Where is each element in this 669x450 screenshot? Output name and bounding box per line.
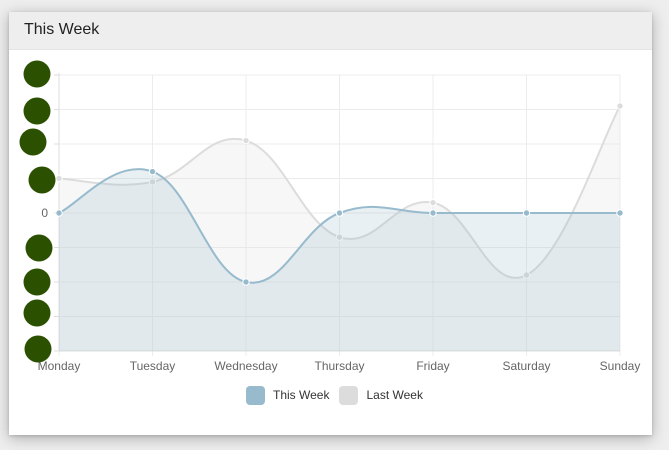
legend-label-this-week: This Week — [273, 388, 330, 402]
x-tick-label: Friday — [416, 359, 449, 373]
data-point-last-week — [429, 198, 437, 207]
overlay-marker — [19, 128, 47, 156]
chart-legend: This Week Last Week — [0, 384, 669, 406]
data-point-this-week — [522, 209, 531, 217]
data-point-this-week — [148, 167, 157, 176]
line-chart[interactable]: Monday Tuesday Wednesday Thursday Friday Satu… — [0, 0, 669, 450]
x-tick-label: Wednesday — [214, 359, 277, 373]
data-point-this-week — [429, 209, 437, 217]
overlay-markers — [19, 60, 56, 363]
legend-label-last-week: Last Week — [366, 388, 423, 402]
x-tick-label: Thursday — [314, 359, 364, 373]
data-point-last-week — [55, 174, 63, 183]
x-tick-label: Sunday — [600, 359, 641, 373]
x-tick-label: Saturday — [502, 359, 550, 373]
overlay-marker — [24, 335, 52, 363]
data-point-last-week — [242, 136, 250, 145]
overlay-marker — [23, 268, 51, 296]
overlay-marker — [28, 166, 56, 194]
overlay-marker — [25, 234, 53, 262]
overlay-marker — [23, 97, 51, 125]
y-tick-label: 0 — [41, 206, 48, 220]
data-point-this-week — [616, 209, 624, 217]
overlay-marker — [23, 299, 51, 327]
data-point-last-week — [616, 102, 624, 110]
legend-swatch-this-week — [246, 385, 266, 405]
overlay-marker — [23, 60, 51, 88]
data-point-this-week — [55, 209, 63, 217]
data-point-this-week — [335, 209, 344, 217]
data-point-this-week — [242, 278, 250, 286]
legend-item-this-week[interactable]: This Week — [246, 385, 330, 405]
legend-item-last-week[interactable]: Last Week — [339, 385, 423, 405]
x-tick-label: Tuesday — [130, 359, 176, 373]
x-tick-label: Monday — [38, 359, 81, 373]
legend-swatch-last-week — [339, 385, 359, 405]
